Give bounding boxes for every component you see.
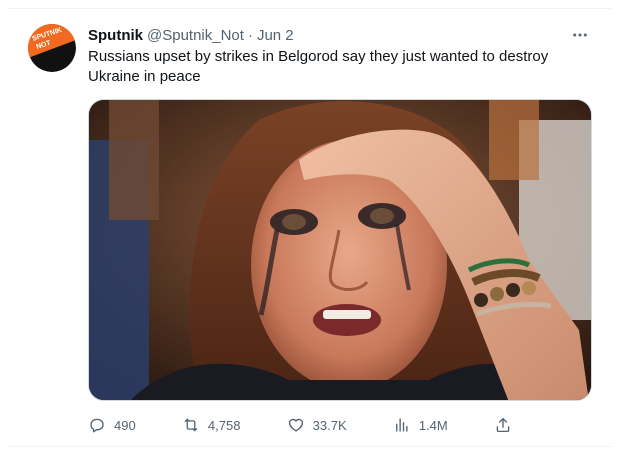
retweet-icon (184, 418, 198, 432)
views-count: 1.4M (418, 417, 448, 433)
avatar-logo: SPUTNIK NOT (28, 24, 76, 72)
heart-icon (288, 418, 303, 432)
reply-count: 490 (114, 417, 136, 433)
like-count: 33.7K (312, 417, 347, 433)
more-button[interactable] (568, 23, 592, 47)
more-icon (573, 33, 587, 37)
views-icon (395, 418, 408, 432)
avatar[interactable]: SPUTNIK NOT (28, 24, 76, 72)
tweet-header: Sputnik @Sputnik_Not · Jun 2 (88, 25, 592, 45)
retweet-button[interactable]: 4,758 (182, 416, 241, 434)
retweet-count: 4,758 (207, 417, 241, 433)
share-icon (496, 417, 510, 433)
share-button[interactable] (494, 416, 512, 434)
tweet-text: Russians upset by strikes in Belgorod sa… (88, 48, 549, 85)
reply-icon (90, 418, 104, 433)
user-handle[interactable]: @Sputnik_Not (147, 27, 244, 44)
separator: · (247, 26, 253, 44)
tweet-actions: 490 4,758 33.7K 1.4M (88, 413, 512, 437)
tweet-card[interactable]: SPUTNIK NOT Sputnik @Sputnik_Not · Jun 2… (8, 8, 612, 447)
tweet-image[interactable] (88, 99, 592, 401)
crying-woman-photo (89, 100, 591, 400)
display-name[interactable]: Sputnik (88, 27, 143, 44)
tweet-date[interactable]: Jun 2 (257, 27, 294, 44)
reply-button[interactable]: 490 (88, 416, 136, 434)
like-button[interactable]: 33.7K (287, 416, 347, 434)
views-button[interactable]: 1.4M (393, 416, 448, 434)
